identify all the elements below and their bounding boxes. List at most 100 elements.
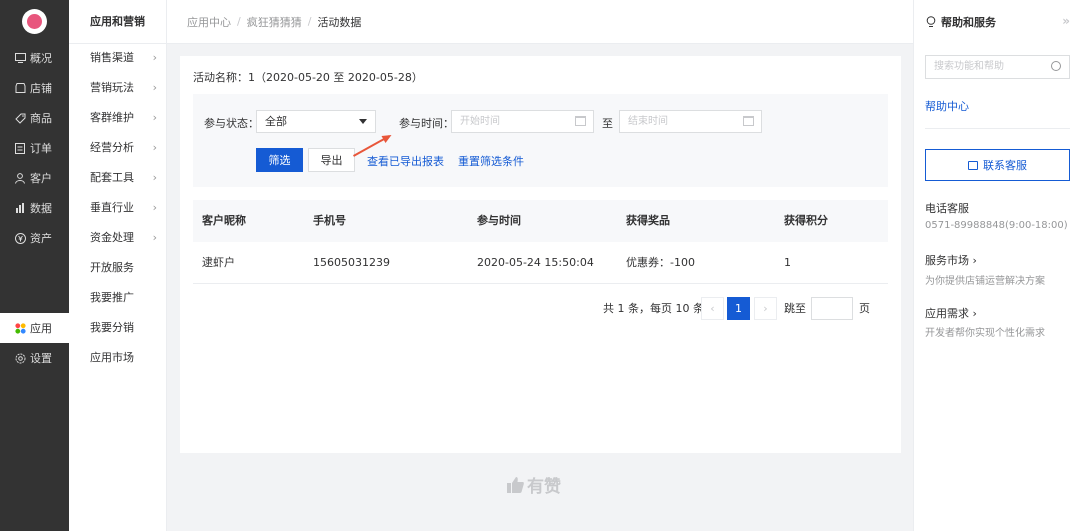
chevron-right-icon: ›	[152, 201, 157, 214]
sub-item-label: 我要分销	[90, 321, 134, 334]
help-search-placeholder: 搜索功能和帮助	[934, 61, 1004, 72]
phone-support-title: 电话客服	[925, 202, 969, 215]
sub-item-label: 客群维护	[90, 111, 134, 124]
nav-item-customers[interactable]: 客户	[0, 163, 69, 193]
sub-item-app-market[interactable]: 应用市场	[69, 343, 167, 373]
nav-item-assets[interactable]: 资产	[0, 223, 69, 253]
thumbs-up-icon	[507, 476, 524, 493]
help-center-link[interactable]: 帮助中心	[925, 98, 969, 114]
gear-icon	[14, 352, 26, 364]
header-join-time: 参与时间	[477, 214, 521, 227]
sub-item-label: 垂直行业	[90, 201, 134, 214]
activity-data-card: 活动名称：1（2020-05-20 至 2020-05-28） 参与状态： 全部…	[180, 56, 901, 453]
cell-join-time: 2020-05-24 15:50:04	[477, 256, 594, 269]
jump-page-input[interactable]	[811, 297, 853, 320]
chevron-right-icon: ›	[152, 141, 157, 154]
time-label: 参与时间：	[399, 117, 454, 130]
monitor-icon	[14, 52, 26, 64]
chart-icon	[14, 202, 26, 214]
brand-logo[interactable]	[22, 9, 47, 34]
yen-icon	[14, 232, 26, 244]
header-prize: 获得奖品	[626, 214, 670, 227]
sub-item-label: 营销玩法	[90, 81, 134, 94]
table-row: 逮虾户 15605031239 2020-05-24 15:50:04 优惠券：…	[193, 242, 888, 284]
nav-item-apps[interactable]: 应用	[0, 313, 69, 343]
nav-item-goods[interactable]: 商品	[0, 103, 69, 133]
sub-item-vertical[interactable]: 垂直行业 ›	[69, 193, 167, 223]
sub-item-marketing[interactable]: 营销玩法 ›	[69, 73, 167, 103]
nav-item-label: 数据	[30, 202, 52, 215]
order-icon	[14, 142, 26, 154]
start-date-input[interactable]: 开始时间	[451, 110, 594, 133]
cell-points: 1	[784, 256, 791, 269]
nav-item-overview[interactable]: 概况	[0, 43, 69, 73]
lightbulb-icon	[926, 16, 936, 27]
pagination: 共 1 条，每页 10 条 ‹ 1 › 跳至 页	[603, 297, 883, 320]
sub-item-label: 应用市场	[90, 351, 134, 364]
phone-support-value: 0571-89988848(9:00-18:00)	[925, 220, 1068, 231]
sub-item-label: 我要推广	[90, 291, 134, 304]
activity-name: 活动名称：1（2020-05-20 至 2020-05-28）	[193, 71, 423, 84]
chat-icon	[968, 160, 978, 170]
brand-text: 有赞	[527, 477, 561, 497]
page-suffix: 页	[859, 302, 870, 315]
next-page-button[interactable]: ›	[754, 297, 777, 320]
shop-icon	[14, 82, 26, 94]
sub-item-open-service[interactable]: 开放服务	[69, 253, 167, 283]
collapse-panel-icon[interactable]: »	[1062, 14, 1070, 28]
service-market-title: 服务市场	[925, 254, 969, 267]
contact-support-button[interactable]: 联系客服	[925, 149, 1070, 181]
pagination-summary: 共 1 条，每页 10 条	[603, 302, 704, 315]
chevron-right-icon: ›	[972, 254, 977, 267]
tag-icon	[14, 112, 26, 124]
sub-item-funds[interactable]: 资金处理 ›	[69, 223, 167, 253]
nav-item-label: 店铺	[30, 82, 52, 95]
start-date-placeholder: 开始时间	[460, 116, 500, 127]
sub-item-tools[interactable]: 配套工具 ›	[69, 163, 167, 193]
end-date-placeholder: 结束时间	[628, 116, 668, 127]
sub-item-analysis[interactable]: 经营分析 ›	[69, 133, 167, 163]
app-demand-desc: 开发者帮你实现个性化需求	[925, 328, 1045, 339]
nav-item-label: 资产	[30, 232, 52, 245]
status-select-value: 全部	[265, 115, 287, 128]
end-date-input[interactable]: 结束时间	[619, 110, 762, 133]
sub-item-label: 配套工具	[90, 171, 134, 184]
breadcrumb-game[interactable]: 疯狂猜猜猜	[247, 14, 302, 30]
help-panel-header: 帮助和服务 »	[914, 0, 1080, 44]
app-demand-link[interactable]: 应用需求 ›	[925, 305, 977, 321]
header-nickname: 客户昵称	[202, 214, 246, 227]
service-market-link[interactable]: 服务市场 ›	[925, 252, 977, 268]
nav-item-data[interactable]: 数据	[0, 193, 69, 223]
sub-item-label: 开放服务	[90, 261, 134, 274]
calendar-icon	[575, 116, 586, 126]
nav-item-orders[interactable]: 订单	[0, 133, 69, 163]
sub-item-distribution[interactable]: 我要分销	[69, 313, 167, 343]
user-icon	[14, 172, 26, 184]
prev-page-button[interactable]: ‹	[701, 297, 724, 320]
secondary-nav-title: 应用和营销	[69, 0, 166, 44]
reset-filter-link[interactable]: 重置筛选条件	[458, 153, 524, 169]
header-phone: 手机号	[313, 214, 346, 227]
nav-item-label: 订单	[30, 142, 52, 155]
sub-item-customer-care[interactable]: 客群维护 ›	[69, 103, 167, 133]
nav-item-settings[interactable]: 设置	[0, 343, 69, 373]
page-number-button[interactable]: 1	[727, 297, 750, 320]
apps-icon	[14, 322, 26, 334]
chevron-right-icon: ›	[972, 307, 977, 320]
annotation-arrow-icon	[353, 135, 392, 157]
filter-button[interactable]: 筛选	[256, 148, 303, 172]
sub-item-label: 资金处理	[90, 231, 134, 244]
sub-item-label: 经营分析	[90, 141, 134, 154]
divider	[925, 128, 1070, 129]
help-search-input[interactable]: 搜索功能和帮助	[925, 55, 1070, 79]
breadcrumb-separator: /	[237, 15, 241, 28]
sub-item-promote[interactable]: 我要推广	[69, 283, 167, 313]
help-panel-title: 帮助和服务	[941, 16, 996, 29]
contact-support-label: 联系客服	[983, 159, 1027, 172]
caret-down-icon	[359, 119, 367, 124]
breadcrumb-app-center[interactable]: 应用中心	[187, 14, 231, 30]
breadcrumb-separator: /	[307, 15, 312, 28]
nav-item-label: 商品	[30, 112, 52, 125]
sub-item-sales-channel[interactable]: 销售渠道 ›	[69, 43, 167, 73]
nav-item-shop[interactable]: 店铺	[0, 73, 69, 103]
